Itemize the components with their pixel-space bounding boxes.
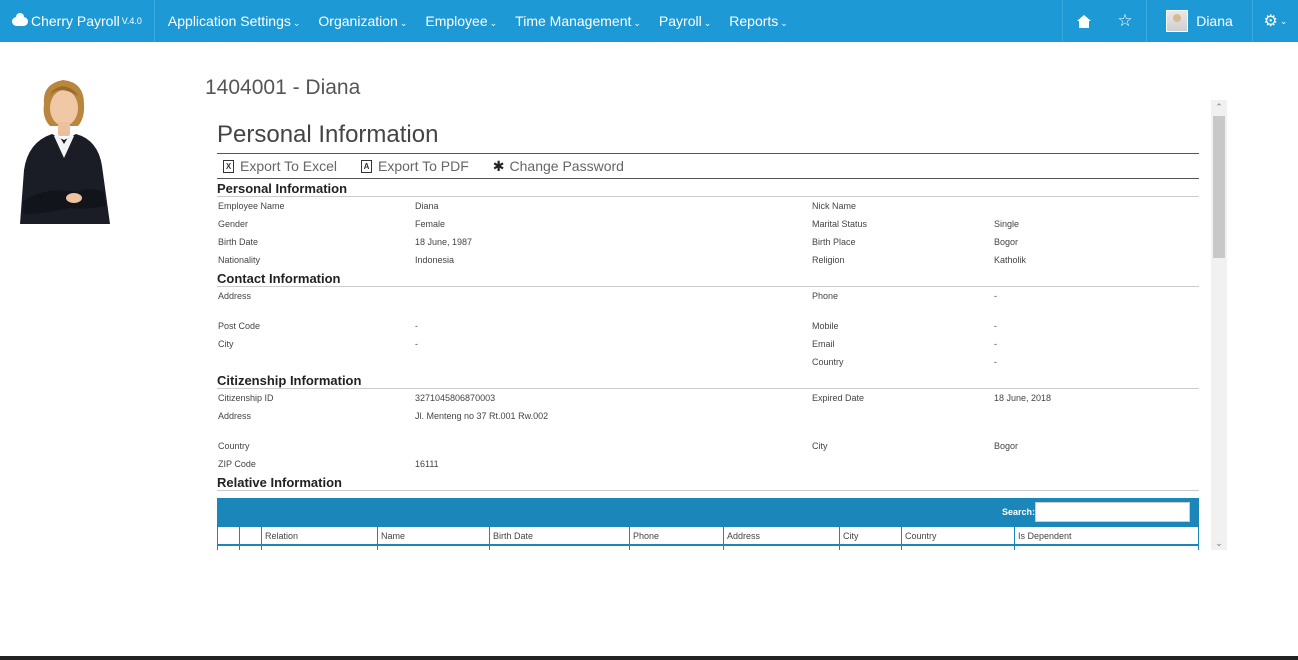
info-row: ZIP Code 16111: [218, 459, 439, 469]
info-row: City - Email -: [218, 339, 997, 349]
column-header-phone[interactable]: Phone: [630, 527, 724, 544]
info-row: Address Jl. Menteng no 37 Rt.001 Rw.002: [218, 411, 549, 421]
pdf-icon: A: [361, 159, 373, 173]
main-menu: Application Settings ⌄ Organization ⌄ Empl…: [155, 0, 797, 42]
employee-photo: [20, 80, 110, 224]
column-header-name[interactable]: Name: [378, 527, 490, 544]
menu-time-management[interactable]: Time Management ⌄: [506, 13, 650, 29]
asterisk-icon: ✱: [492, 157, 505, 174]
info-row: Birth Date 18 June, 1987 Birth Place Bogor: [218, 237, 1019, 247]
column-header-birth-date[interactable]: Birth Date: [490, 527, 630, 544]
chevron-down-icon: ⌄: [633, 18, 641, 28]
citizenship-info-rows: Citizenship ID 3271045806870003 Expired Da…: [217, 389, 1199, 473]
info-row: Gender Female Marital Status Single: [218, 219, 1020, 229]
app-version: V.4.0: [121, 16, 142, 26]
chevron-down-icon: ⌄: [1279, 15, 1288, 26]
home-button[interactable]: [1062, 0, 1104, 42]
search-input[interactable]: [1035, 502, 1190, 522]
column-header-is-dependent[interactable]: Is Dependent: [1015, 527, 1197, 544]
search-label: Search:: [1002, 507, 1036, 517]
excel-icon: X: [223, 159, 234, 173]
user-name: Diana: [1196, 13, 1233, 29]
user-menu[interactable]: Diana: [1146, 0, 1252, 42]
gear-icon: ⚙: [1263, 13, 1278, 30]
cloud-icon: [12, 12, 28, 26]
menu-payroll[interactable]: Payroll ⌄: [650, 13, 720, 29]
personal-info-heading: Personal Information: [217, 181, 1199, 197]
column-header-delete[interactable]: [240, 527, 262, 544]
chevron-down-icon: ⌄: [292, 18, 301, 28]
menu-reports[interactable]: Reports ⌄: [720, 13, 797, 29]
favorites-button[interactable]: ☆: [1104, 0, 1146, 42]
column-header-country[interactable]: Country: [902, 527, 1015, 544]
contact-info-rows: Address Phone - Post Code - Mobile - City - Ema…: [217, 287, 1199, 371]
info-row: Nationality Indonesia Religion Katholik: [218, 255, 1027, 265]
relative-info-heading: Relative Information: [217, 475, 1199, 491]
info-row: [217, 305, 1199, 317]
toolbar: X Export To Excel A Export To PDF ✱ Change …: [217, 154, 1199, 179]
top-navbar: Cherry Payroll V.4.0 Application Setting…: [0, 0, 1298, 42]
avatar: [1166, 10, 1189, 32]
info-row: Country City Bogor: [218, 441, 1019, 451]
content-scrollbar[interactable]: ⌃ ⌄: [1211, 100, 1227, 550]
chevron-down-icon: ⌄: [780, 18, 788, 28]
app-name: Cherry Payroll: [31, 13, 120, 29]
home-icon: [1076, 14, 1091, 28]
column-header-relation[interactable]: Relation: [262, 527, 378, 544]
column-header-city[interactable]: City: [840, 527, 902, 544]
relative-grid-columns: Relation Name Birth Date Phone Address C…: [217, 526, 1199, 544]
export-excel-button[interactable]: X Export To Excel: [223, 158, 337, 174]
menu-organization[interactable]: Organization ⌄: [309, 13, 416, 29]
chevron-up-icon[interactable]: ⌃: [1211, 100, 1227, 114]
info-row: [217, 425, 1199, 437]
change-password-button[interactable]: ✱ Change Password: [493, 158, 624, 175]
column-header-edit[interactable]: [218, 527, 240, 544]
chevron-down-icon[interactable]: ⌄: [1211, 536, 1227, 550]
scroll-thumb[interactable]: [1213, 116, 1225, 258]
personal-info-rows: Employee Name Diana Nick Name Gender Female…: [217, 197, 1199, 269]
export-pdf-button[interactable]: A Export To PDF: [361, 158, 469, 174]
content-panel: Personal Information X Export To Excel AE…: [217, 118, 1199, 550]
info-row: Address Phone -: [218, 291, 997, 301]
contact-info-heading: Contact Information: [217, 271, 1199, 287]
column-header-address[interactable]: Address: [724, 527, 840, 544]
settings-button[interactable]: ⚙ ⌄: [1252, 0, 1298, 42]
menu-employee[interactable]: Employee ⌄: [416, 13, 506, 29]
info-row: Country -: [812, 357, 997, 367]
table-row[interactable]: [217, 544, 1199, 550]
star-icon: ☆: [1117, 11, 1133, 30]
employee-title: 1404001 - Diana: [205, 76, 361, 99]
menu-application-settings[interactable]: Application Settings ⌄: [159, 13, 310, 29]
page-title: Personal Information: [217, 118, 1199, 154]
citizenship-info-heading: Citizenship Information: [217, 373, 1199, 389]
nav-right: ☆ Diana ⚙ ⌄: [1062, 0, 1298, 42]
chevron-down-icon: ⌄: [703, 18, 712, 28]
info-row: Employee Name Diana Nick Name: [218, 201, 857, 211]
brand[interactable]: Cherry Payroll V.4.0: [0, 0, 155, 42]
chevron-down-icon: ⌄: [489, 18, 498, 28]
relative-grid-header: Search:: [217, 498, 1199, 526]
chevron-down-icon: ⌄: [399, 18, 408, 28]
taskbar-edge: [0, 656, 1298, 660]
info-row: Citizenship ID 3271045806870003 Expired Da…: [218, 393, 1052, 403]
info-row: Post Code - Mobile -: [218, 321, 997, 331]
